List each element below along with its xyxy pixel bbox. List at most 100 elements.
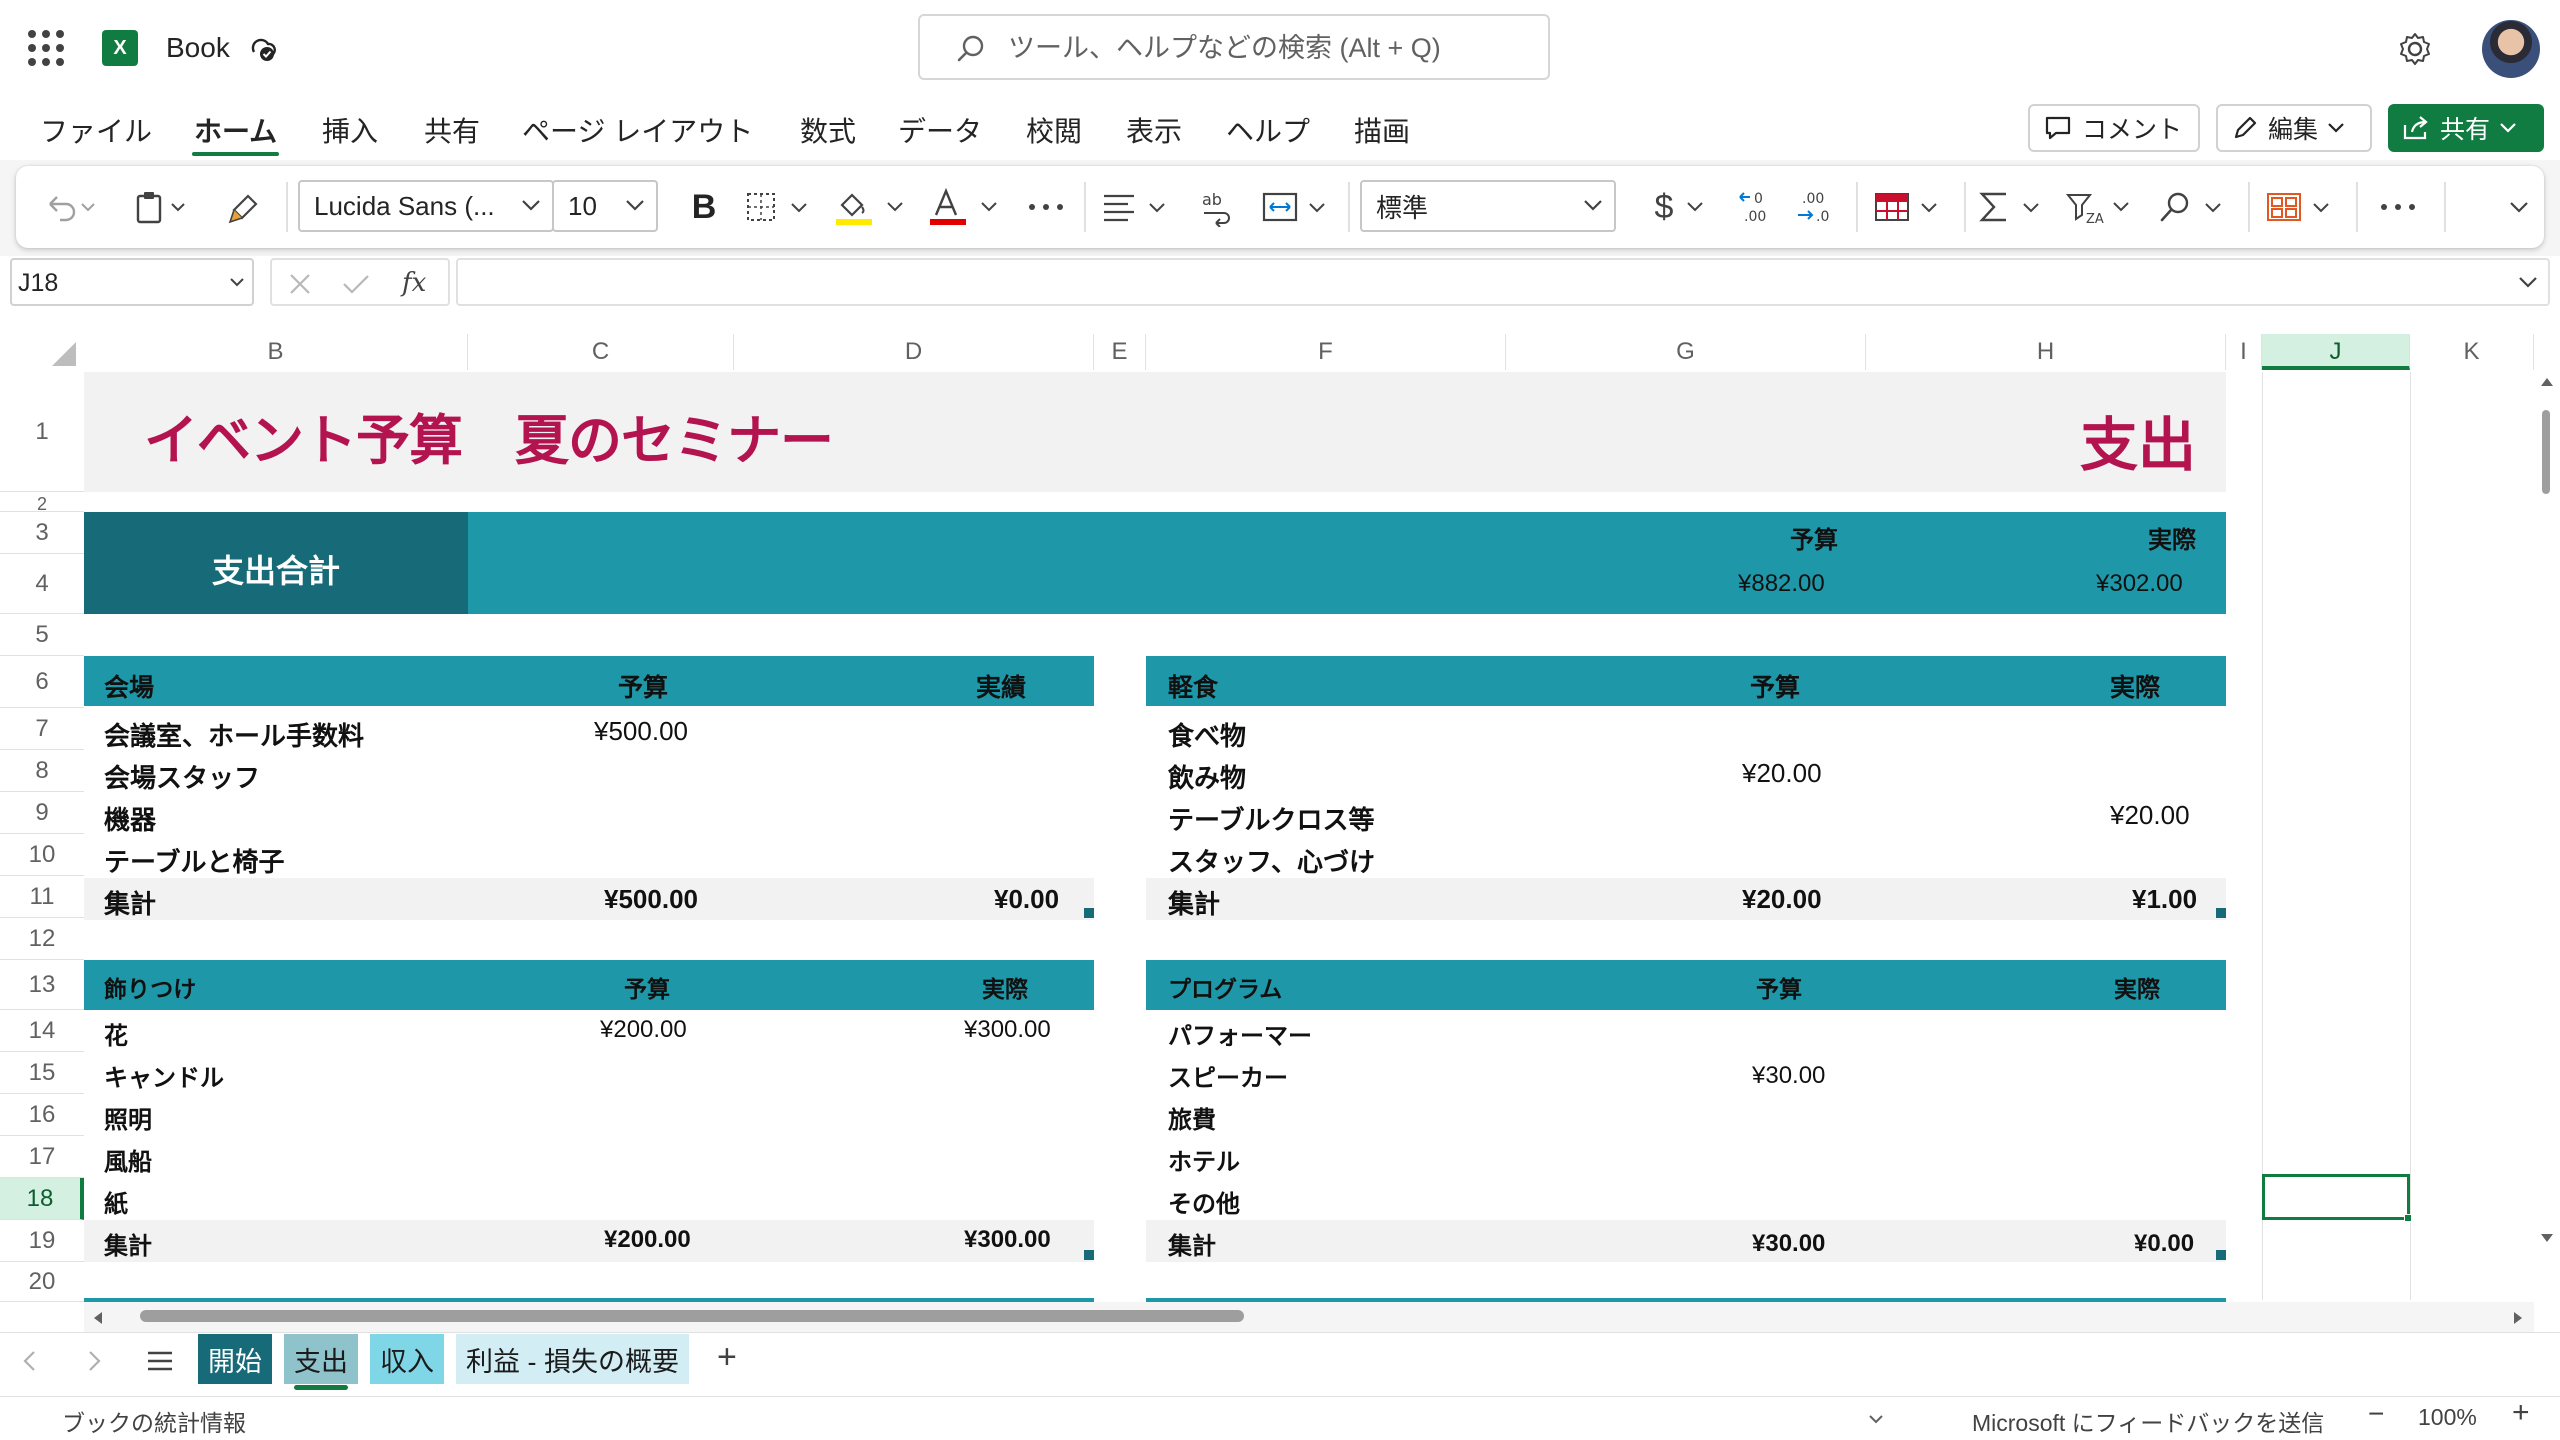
row-header[interactable]: 8: [0, 750, 84, 792]
autosave-icon[interactable]: [248, 34, 278, 64]
scroll-left-icon[interactable]: [92, 1310, 104, 1326]
refreshments-header[interactable]: 軽食: [1168, 668, 1218, 704]
scroll-down-icon[interactable]: [2539, 1232, 2555, 1244]
wrap-text-button[interactable]: ab: [1196, 184, 1240, 230]
decorations-item-name[interactable]: 風船: [104, 1142, 152, 1177]
horizontal-scroll-thumb[interactable]: [140, 1310, 1244, 1322]
program-actual-header[interactable]: 実際: [2114, 970, 2160, 1004]
column-header[interactable]: I: [2226, 334, 2262, 370]
decorations-item-name[interactable]: 花: [104, 1016, 128, 1051]
font-size-dropdown[interactable]: 10: [552, 180, 658, 232]
chevron-down-icon[interactable]: [1868, 1414, 1884, 1424]
decorations-total-label[interactable]: 集計: [104, 1226, 152, 1261]
merge-button[interactable]: [1260, 184, 1336, 230]
formula-input[interactable]: [456, 258, 2550, 306]
venue-total-label[interactable]: 集計: [104, 884, 156, 921]
summary-actual-value[interactable]: ¥302.00: [2096, 570, 2183, 598]
font-name-dropdown[interactable]: Lucida Sans (...: [298, 180, 554, 232]
row-header[interactable]: 3: [0, 512, 84, 554]
chevron-right-icon[interactable]: [88, 1350, 102, 1372]
more-font-options-button[interactable]: [1020, 184, 1072, 230]
search-input[interactable]: [1008, 30, 1528, 66]
sheet-tab-expenses[interactable]: 支出: [284, 1334, 358, 1390]
program-item-name[interactable]: その他: [1168, 1184, 1240, 1219]
program-item-name[interactable]: スピーカー: [1168, 1058, 1288, 1093]
program-budget-header[interactable]: 予算: [1756, 970, 1802, 1004]
sheet-tab-start[interactable]: 開始: [198, 1334, 272, 1384]
enter-check-icon[interactable]: [342, 272, 370, 296]
avatar[interactable]: [2482, 20, 2540, 78]
column-header[interactable]: K: [2410, 334, 2534, 370]
increase-decimal-button[interactable]: 0.00: [1734, 184, 1778, 230]
summary-actual-header[interactable]: 実際: [2148, 520, 2196, 555]
tab-insert[interactable]: 挿入: [320, 110, 380, 154]
waffle-icon[interactable]: [28, 30, 64, 66]
edit-mode-button[interactable]: 編集: [2216, 104, 2372, 152]
search-box[interactable]: [918, 14, 1550, 80]
refreshments-item-name[interactable]: スタッフ、心づけ: [1168, 842, 1375, 879]
row-header[interactable]: 19: [0, 1220, 84, 1262]
select-all-corner[interactable]: [0, 334, 84, 370]
venue-header[interactable]: 会場: [104, 668, 154, 704]
venue-item-name[interactable]: 機器: [104, 800, 156, 837]
column-header[interactable]: G: [1506, 334, 1866, 370]
program-total-budget[interactable]: ¥30.00: [1752, 1230, 1825, 1258]
tab-page-layout[interactable]: ページ レイアウト: [520, 110, 755, 154]
row-header[interactable]: 9: [0, 792, 84, 834]
tab-help[interactable]: ヘルプ: [1224, 110, 1312, 154]
row-header[interactable]: 7: [0, 708, 84, 750]
refreshments-total-label[interactable]: 集計: [1168, 884, 1220, 921]
program-header[interactable]: プログラム: [1168, 970, 1282, 1004]
venue-item-name[interactable]: テーブルと椅子: [104, 842, 284, 879]
row-header[interactable]: 12: [0, 918, 84, 960]
column-header[interactable]: H: [1866, 334, 2226, 370]
row-header[interactable]: 4: [0, 554, 84, 614]
chevron-down-icon[interactable]: [2518, 276, 2538, 288]
row-header[interactable]: 13: [0, 960, 84, 1010]
all-sheets-menu-icon[interactable]: [146, 1350, 174, 1372]
row-header[interactable]: 20: [0, 1262, 84, 1302]
column-header[interactable]: F: [1146, 334, 1506, 370]
decrease-decimal-button[interactable]: .00.0: [1792, 184, 1836, 230]
expand-ribbon-button[interactable]: [2504, 184, 2534, 230]
align-button[interactable]: [1100, 184, 1176, 230]
document-title[interactable]: Book: [166, 32, 230, 64]
feedback-link[interactable]: Microsoft にフィードバックを送信: [1972, 1404, 2324, 1438]
vertical-scroll-thumb[interactable]: [2542, 410, 2550, 494]
tab-draw[interactable]: 描画: [1352, 110, 1412, 154]
chevron-left-icon[interactable]: [22, 1350, 36, 1372]
decorations-item-name[interactable]: 照明: [104, 1100, 152, 1135]
refreshments-item-actual[interactable]: ¥20.00: [2110, 800, 2190, 831]
sort-filter-button[interactable]: ZA: [2064, 184, 2140, 230]
decorations-budget-header[interactable]: 予算: [624, 970, 670, 1004]
column-header[interactable]: D: [734, 334, 1094, 370]
venue-total-budget[interactable]: ¥500.00: [604, 884, 698, 915]
fill-handle[interactable]: [2404, 1214, 2412, 1222]
summary-budget-value[interactable]: ¥882.00: [1738, 570, 1825, 598]
format-as-table-button[interactable]: [1872, 184, 1948, 230]
table-resize-handle[interactable]: [2216, 1250, 2226, 1260]
number-format-dropdown[interactable]: 標準: [1360, 180, 1616, 232]
more-options-button[interactable]: [2372, 184, 2424, 230]
undo-button[interactable]: [42, 184, 102, 230]
refreshments-item-budget[interactable]: ¥20.00: [1742, 758, 1822, 789]
column-header-selected[interactable]: J: [2262, 334, 2410, 370]
refreshments-item-name[interactable]: 食べ物: [1168, 716, 1246, 753]
scroll-right-icon[interactable]: [2512, 1310, 2524, 1326]
refreshments-budget-header[interactable]: 予算: [1750, 668, 1800, 704]
zoom-in-button[interactable]: +: [2512, 1396, 2530, 1430]
sheet-tab-profit-loss[interactable]: 利益 - 損失の概要: [456, 1334, 689, 1384]
program-item-name[interactable]: パフォーマー: [1168, 1016, 1312, 1051]
row-header[interactable]: 6: [0, 656, 84, 708]
zoom-out-button[interactable]: −: [2368, 1398, 2384, 1430]
decorations-total-budget[interactable]: ¥200.00: [604, 1226, 691, 1254]
gear-icon[interactable]: [2396, 30, 2434, 68]
row-header[interactable]: 10: [0, 834, 84, 876]
decorations-item-actual[interactable]: ¥300.00: [964, 1016, 1051, 1044]
row-header[interactable]: 16: [0, 1094, 84, 1136]
cancel-icon[interactable]: [288, 272, 312, 296]
program-total-actual[interactable]: ¥0.00: [2134, 1230, 2194, 1258]
refreshments-total-actual[interactable]: ¥1.00: [2132, 884, 2197, 915]
summary-budget-header[interactable]: 予算: [1790, 520, 1838, 555]
summary-label[interactable]: 支出合計: [84, 546, 468, 592]
